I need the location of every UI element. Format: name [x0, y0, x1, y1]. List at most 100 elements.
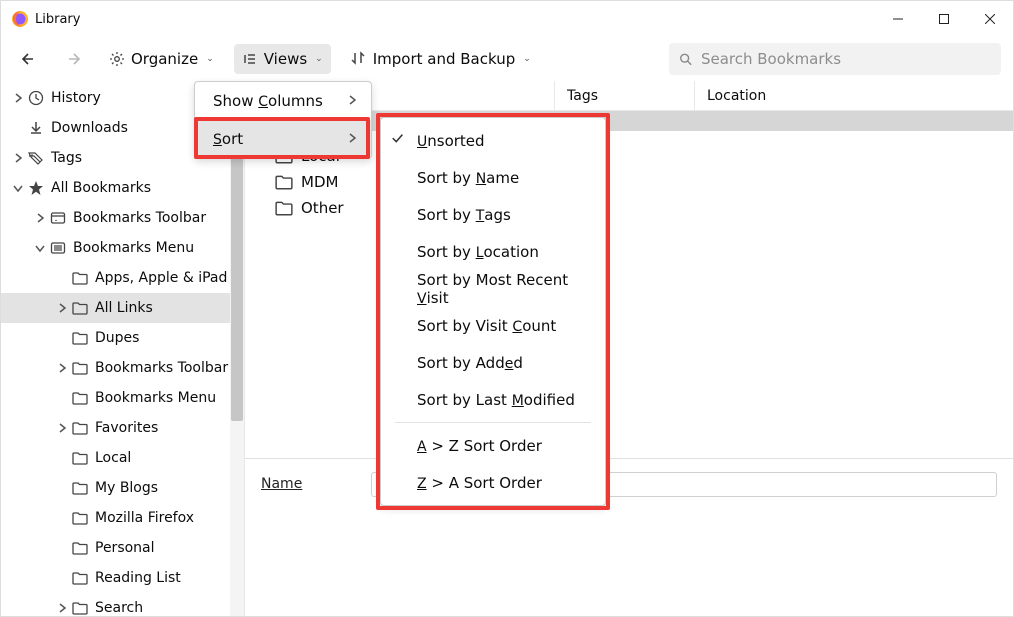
sidebar-item[interactable]: Reading List: [1, 563, 244, 593]
chevron-right-icon: [347, 131, 357, 147]
list-item[interactable]: Other: [275, 199, 344, 217]
menu-separator: [395, 422, 591, 423]
menu-icon: [49, 239, 67, 257]
twisty-icon[interactable]: [11, 151, 25, 165]
menu-item[interactable]: Sort by Added: [381, 344, 605, 381]
views-button[interactable]: Views⌄: [234, 44, 331, 74]
chevron-down-icon: ⌄: [206, 54, 214, 64]
twisty-icon[interactable]: [33, 241, 47, 255]
back-button[interactable]: [13, 44, 45, 74]
minimize-button[interactable]: [875, 1, 921, 37]
sidebar-item[interactable]: Personal: [1, 533, 244, 563]
details-name-label: Name: [261, 476, 361, 492]
folder-icon: [71, 419, 89, 437]
twisty-icon[interactable]: [55, 361, 69, 375]
menu-item[interactable]: Sort: [195, 120, 371, 158]
menu-item[interactable]: Sort by Most Recent Visit: [381, 270, 605, 307]
menu-item[interactable]: A > Z Sort Order: [381, 427, 605, 464]
twisty-icon[interactable]: [11, 91, 25, 105]
menu-item-label: Sort by Location: [417, 243, 591, 261]
views-menu: Show Columns Sort: [194, 81, 372, 159]
menu-item-label: Show Columns: [213, 92, 337, 110]
twisty-icon[interactable]: [11, 181, 25, 195]
twisty-icon[interactable]: [55, 601, 69, 615]
sidebar[interactable]: HistoryDownloadsTagsAll BookmarksBookmar…: [1, 81, 244, 616]
menu-item-label: Sort by Tags: [417, 206, 591, 224]
twisty-icon[interactable]: [33, 211, 47, 225]
twisty-icon[interactable]: [55, 271, 69, 285]
star-icon: [27, 179, 45, 197]
sidebar-item[interactable]: Bookmarks Menu: [1, 383, 244, 413]
sidebar-item-label: All Bookmarks: [51, 180, 238, 196]
list-item[interactable]: MDM: [275, 173, 344, 191]
sidebar-item[interactable]: Local: [1, 443, 244, 473]
menu-item[interactable]: Sort by Name: [381, 159, 605, 196]
details-pane: Name All Links: [245, 458, 1013, 616]
import-backup-button[interactable]: Import and Backup⌄: [343, 44, 539, 74]
gear-icon: [109, 51, 125, 67]
sidebar-item-label: Bookmarks Toolbar: [73, 210, 238, 226]
menu-item-label: Sort by Added: [417, 354, 591, 372]
column-location[interactable]: Location: [695, 81, 1013, 110]
sidebar-item-label: Bookmarks Menu: [95, 390, 238, 406]
close-button[interactable]: [967, 1, 1013, 37]
tags-icon: [27, 149, 45, 167]
menu-item[interactable]: Unsorted: [381, 122, 605, 159]
search-field[interactable]: [669, 43, 1001, 75]
folder-icon: [71, 599, 89, 616]
chevron-right-icon: [347, 93, 357, 109]
column-tags[interactable]: Tags: [555, 81, 695, 110]
maximize-button[interactable]: [921, 1, 967, 37]
menu-item[interactable]: Sort by Visit Count: [381, 307, 605, 344]
menu-item-label: Z > A Sort Order: [417, 474, 591, 492]
twisty-icon[interactable]: [55, 511, 69, 525]
firefox-icon: [11, 10, 29, 28]
toolbar: Organize⌄ Views⌄ Import and Backup⌄: [1, 37, 1013, 81]
sidebar-item-label: Bookmarks Toolbar: [95, 360, 238, 376]
folder-icon: [71, 359, 89, 377]
menu-item[interactable]: Z > A Sort Order: [381, 464, 605, 501]
folder-icon: [71, 299, 89, 317]
sidebar-item[interactable]: My Blogs: [1, 473, 244, 503]
twisty-icon[interactable]: [55, 301, 69, 315]
forward-button[interactable]: [57, 44, 89, 74]
twisty-icon[interactable]: [55, 481, 69, 495]
sidebar-item[interactable]: Search: [1, 593, 244, 616]
twisty-icon[interactable]: [55, 331, 69, 345]
sidebar-item-label: Favorites: [95, 420, 238, 436]
twisty-icon[interactable]: [11, 121, 25, 135]
import-icon: [351, 51, 367, 67]
sidebar-item[interactable]: All Bookmarks: [1, 173, 244, 203]
sidebar-item-label: Dupes: [95, 330, 238, 346]
menu-item[interactable]: Sort by Last Modified: [381, 381, 605, 418]
menu-item[interactable]: Show Columns: [195, 82, 371, 120]
sidebar-item-label: My Blogs: [95, 480, 238, 496]
twisty-icon[interactable]: [55, 571, 69, 585]
window-title: Library: [35, 12, 875, 27]
search-input[interactable]: [701, 50, 991, 68]
sidebar-item[interactable]: Bookmarks Toolbar: [1, 353, 244, 383]
twisty-icon[interactable]: [55, 421, 69, 435]
sidebar-item[interactable]: Bookmarks Toolbar: [1, 203, 244, 233]
sidebar-item[interactable]: Dupes: [1, 323, 244, 353]
list-icon: [242, 51, 258, 67]
folder-icon: [71, 569, 89, 587]
sidebar-item[interactable]: Favorites: [1, 413, 244, 443]
sidebar-item[interactable]: All Links: [1, 293, 244, 323]
twisty-icon[interactable]: [55, 391, 69, 405]
organize-button[interactable]: Organize⌄: [101, 44, 222, 74]
twisty-icon[interactable]: [55, 451, 69, 465]
twisty-icon[interactable]: [55, 541, 69, 555]
folder-icon: [71, 269, 89, 287]
check-icon: [391, 132, 405, 150]
sidebar-item-label: Personal: [95, 540, 238, 556]
sidebar-item-label: Search: [95, 600, 238, 616]
sidebar-item[interactable]: Mozilla Firefox: [1, 503, 244, 533]
history-icon: [27, 89, 45, 107]
sidebar-item-label: All Links: [95, 300, 238, 316]
sidebar-item[interactable]: Apps, Apple & iPad: [1, 263, 244, 293]
sidebar-item[interactable]: Bookmarks Menu: [1, 233, 244, 263]
menu-item[interactable]: Sort by Location: [381, 233, 605, 270]
scrollbar[interactable]: [230, 81, 244, 616]
menu-item[interactable]: Sort by Tags: [381, 196, 605, 233]
